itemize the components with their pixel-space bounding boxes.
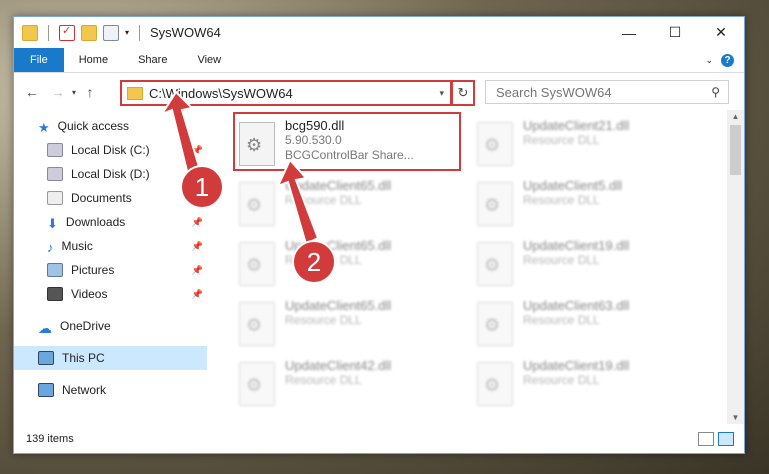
step-1-badge: 1 bbox=[180, 165, 224, 209]
step-2-badge: 2 bbox=[292, 240, 336, 284]
arrow-1-icon bbox=[159, 90, 202, 177]
annotation-arrows bbox=[159, 90, 320, 246]
arrow-2-icon bbox=[276, 158, 320, 246]
